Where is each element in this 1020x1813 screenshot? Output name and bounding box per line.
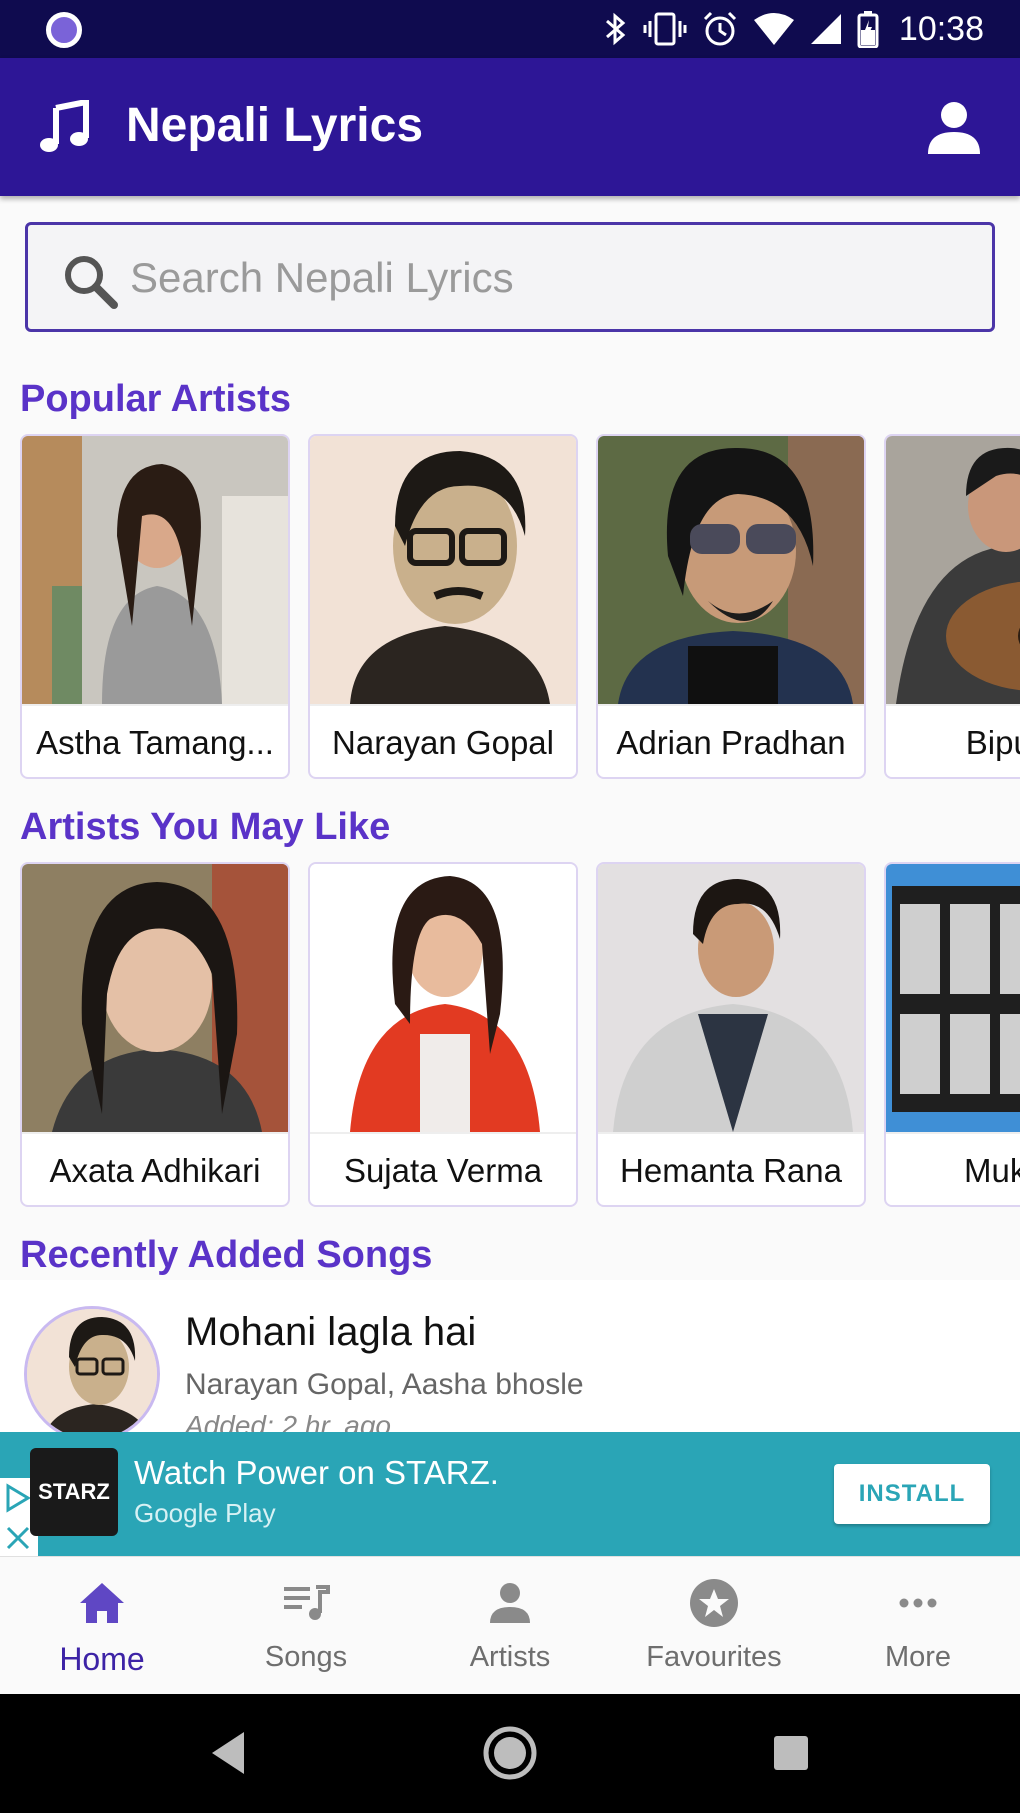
profile-icon[interactable] <box>924 98 984 158</box>
song-title: Mohani lagla hai <box>185 1310 477 1354</box>
home-icon <box>80 1583 124 1623</box>
nav-more[interactable]: More <box>816 1557 1020 1694</box>
bottom-navigation: Home Songs Artists Favourites More <box>0 1556 1020 1694</box>
app-title: Nepali Lyrics <box>126 99 424 152</box>
status-icons: 10:38 <box>603 6 984 52</box>
nav-songs[interactable]: Songs <box>204 1557 408 1694</box>
nav-label: Home <box>59 1641 145 1677</box>
search-input[interactable] <box>130 245 970 311</box>
music-note-icon <box>40 100 89 152</box>
star-icon <box>690 1579 738 1627</box>
artist-card[interactable]: Hemanta Rana <box>596 862 866 1207</box>
nav-label: Favourites <box>646 1641 782 1673</box>
artist-photo <box>310 864 576 1132</box>
system-navigation-bar <box>0 1694 1020 1813</box>
alarm-icon <box>703 11 736 46</box>
battery-icon <box>857 11 879 48</box>
nav-label: More <box>884 1641 952 1673</box>
artist-name: Bipul C <box>886 704 1020 777</box>
signal-icon <box>810 14 841 44</box>
artist-photo <box>886 436 1020 704</box>
artist-photo <box>886 864 1020 1132</box>
screen: 10:38 Nepali Lyrics Popular Artists <box>0 0 1020 1813</box>
artist-card[interactable]: Adrian Pradhan <box>596 434 866 779</box>
artist-photo <box>598 864 864 1132</box>
song-avatar <box>24 1306 160 1432</box>
artist-photo <box>310 436 576 704</box>
status-bar: 10:38 <box>0 0 1020 58</box>
app-bar: Nepali Lyrics <box>0 58 1020 196</box>
artist-name: Sujata Verma <box>310 1132 576 1205</box>
artist-photo <box>22 436 288 704</box>
artist-name: Adrian Pradhan <box>598 704 864 777</box>
song-list-item[interactable]: Mohani lagla hai Narayan Gopal, Aasha bh… <box>0 1280 1020 1432</box>
home-button-icon[interactable] <box>481 1724 539 1782</box>
back-icon[interactable] <box>200 1724 258 1782</box>
ad-subtitle: Google Play <box>134 1498 276 1528</box>
ad-banner[interactable]: STARZ Watch Power on STARZ. Google Play … <box>0 1432 1020 1556</box>
person-icon <box>490 1583 530 1623</box>
artists-you-may-like-title: Artists You May Like <box>20 806 391 848</box>
artist-name: Mukti & <box>886 1132 1020 1205</box>
nav-artists[interactable]: Artists <box>408 1557 612 1694</box>
nav-favourites[interactable]: Favourites <box>612 1557 816 1694</box>
status-time: 10:38 <box>898 9 984 48</box>
nav-home[interactable]: Home <box>0 1557 204 1694</box>
wifi-icon <box>753 13 794 45</box>
nav-label: Songs <box>264 1641 348 1673</box>
search-bar[interactable] <box>25 222 995 332</box>
artist-card[interactable]: Sujata Verma <box>308 862 578 1207</box>
nav-label: Artists <box>469 1641 551 1673</box>
more-icon <box>899 1598 937 1608</box>
search-icon <box>65 256 118 309</box>
song-artists: Narayan Gopal, Aasha bhosle <box>185 1368 584 1401</box>
bluetooth-icon <box>605 12 626 46</box>
vibrate-icon <box>643 12 687 46</box>
artist-card[interactable]: Mukti & <box>884 862 1020 1207</box>
ad-title: Watch Power on STARZ. <box>134 1454 499 1491</box>
recently-added-title: Recently Added Songs <box>20 1234 433 1276</box>
artist-photo <box>22 864 288 1132</box>
artist-card[interactable]: Axata Adhikari <box>20 862 290 1207</box>
artist-name: Hemanta Rana <box>598 1132 864 1205</box>
popular-artists-list: Astha Tamang... Narayan Gopal Adrian Pra… <box>20 434 1020 779</box>
recents-icon[interactable] <box>762 1724 820 1782</box>
install-button[interactable]: INSTALL <box>834 1464 990 1524</box>
artist-card[interactable]: Narayan Gopal <box>308 434 578 779</box>
artist-card[interactable]: Bipul C <box>884 434 1020 779</box>
artist-photo <box>598 436 864 704</box>
artist-card[interactable]: Astha Tamang... <box>20 434 290 779</box>
artist-name: Narayan Gopal <box>310 704 576 777</box>
song-added-time: Added: 2 hr. ago <box>185 1410 392 1432</box>
ad-app-logo: STARZ <box>30 1448 118 1536</box>
artists-you-may-like-list: Axata Adhikari Sujata Verma Hemanta Rana… <box>20 862 1020 1207</box>
notification-icon <box>46 12 82 48</box>
playlist-icon <box>284 1585 330 1620</box>
popular-artists-title: Popular Artists <box>20 378 291 420</box>
artist-name: Astha Tamang... <box>22 704 288 777</box>
artist-name: Axata Adhikari <box>22 1132 288 1205</box>
